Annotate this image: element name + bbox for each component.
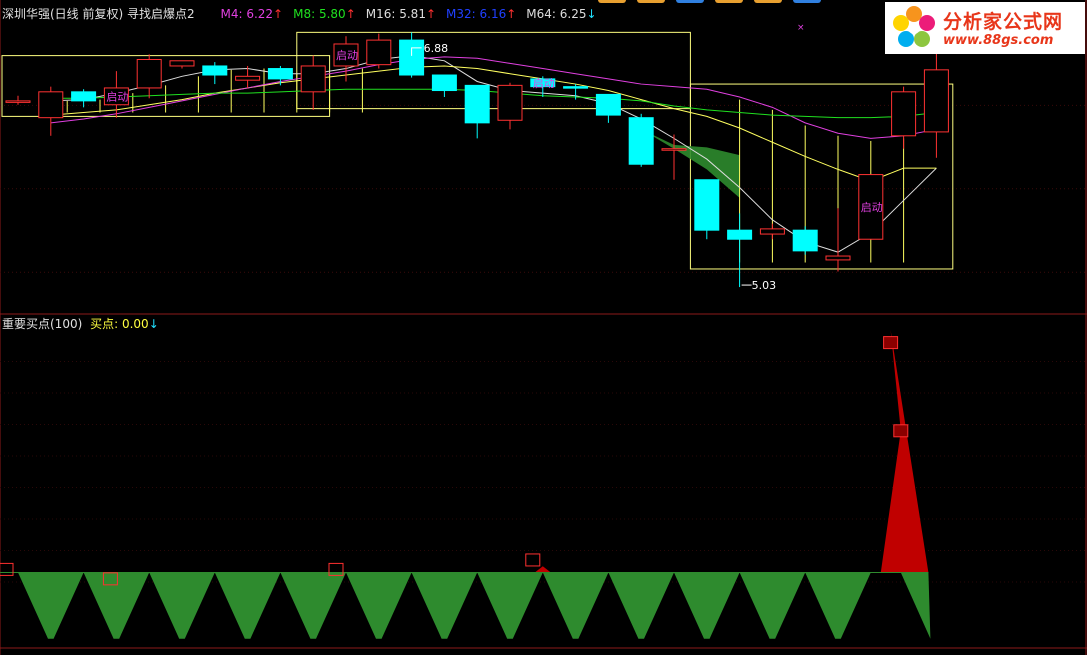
- ma-legend-value: M8: 5.80: [293, 7, 346, 21]
- ma-legend-item: M32: 6.16↑: [446, 7, 516, 21]
- candle-body-down: [792, 229, 818, 252]
- ma-legend-item: M16: 5.81↑: [366, 7, 436, 21]
- candle-body-up: [825, 255, 851, 261]
- moving-average-lines: [50, 55, 937, 253]
- buy-point-band: [739, 572, 806, 639]
- candlesticks: [5, 32, 949, 288]
- candle-body-up: [235, 75, 261, 81]
- buy-point-band: [477, 572, 543, 639]
- ma-legend-value: M32: 6.16: [446, 7, 507, 21]
- high-price-label: 6.88: [424, 42, 449, 55]
- candle-body-down: [267, 68, 293, 80]
- candle-body-down: [694, 179, 720, 231]
- ma-trend-arrow-icon: ↑: [506, 7, 517, 21]
- price-legend: 深圳华强(日线 前复权) 寻找启爆点2 M4: 6.22↑ M8: 5.80↑ M1…: [2, 7, 613, 21]
- ma-legend-value: M64: 6.25: [526, 7, 587, 21]
- buy-point-band: [18, 572, 84, 639]
- buy-point-band: [214, 572, 281, 639]
- candle-body-down: [399, 39, 425, 76]
- low-price-label: 5.03: [752, 279, 777, 292]
- buy-point-band: [542, 572, 609, 639]
- candle-body-up: [923, 69, 949, 133]
- price-annotations: 6.885.03启动启动启动启动×: [106, 23, 882, 292]
- buy-point-band: [608, 572, 674, 639]
- ma-line: [50, 88, 937, 119]
- site-logo[interactable]: 分析家公式网 www.88gs.com: [885, 2, 1085, 54]
- candle-body-down: [431, 74, 457, 92]
- buy-point-area: [0, 330, 931, 639]
- buy-point-band: [83, 572, 150, 639]
- start-signal-label: 启动: [533, 77, 555, 90]
- buy-point-marker: [525, 553, 541, 567]
- ma-trend-arrow-icon: ↑: [273, 7, 284, 21]
- chart-window: 6.88 5.03 启动 启动 启动 启动 × 深圳华强(日线 前复权) 寻找启爆点2 M4…: [0, 0, 1087, 655]
- stock-title: 深圳华强(日线 前复权) 寻找启爆点2: [2, 7, 195, 21]
- candle-body-up: [5, 100, 31, 103]
- buy-point-marker: [0, 562, 14, 576]
- start-signal-label: 启动: [336, 49, 358, 62]
- flower-logo-icon: [893, 6, 935, 47]
- ma-trend-arrow-icon: ↑: [345, 7, 356, 21]
- ma-legend-item: M8: 5.80↑: [293, 7, 356, 21]
- ma-line: [50, 56, 937, 139]
- candle-body-up: [169, 60, 195, 67]
- buy-point-arrow: ↓: [148, 317, 159, 331]
- start-signal-label: 启动: [861, 201, 883, 214]
- candle-body-down: [628, 117, 654, 165]
- candle-body-up: [366, 39, 392, 66]
- buy-point-marker: [893, 424, 909, 438]
- logo-title: 分析家公式网: [943, 11, 1064, 33]
- buy-point-band: [280, 572, 346, 639]
- indicator-legend: 重要买点(100) 买点: 0.00↓: [2, 317, 165, 331]
- buy-point-marker: [883, 336, 899, 350]
- buy-point-band: [900, 572, 931, 639]
- ma-trend-arrow-icon: ↓: [586, 7, 597, 21]
- buy-point-spike: [534, 566, 551, 573]
- candle-body-down: [464, 84, 490, 124]
- candle-body-down: [727, 229, 753, 240]
- buy-point-band: [805, 572, 871, 639]
- start-signal-label: 启动: [106, 90, 128, 103]
- ma-trend-arrow-icon: ↑: [425, 7, 437, 21]
- ma-legend: M4: 6.22↑ M8: 5.80↑ M16: 5.81↑ M32: 6.16↑ M6…: [220, 7, 606, 21]
- ma-line: [50, 65, 937, 182]
- candle-body-down: [202, 65, 228, 76]
- ma-legend-value: M16: 5.81: [365, 7, 426, 21]
- candle-body-up: [759, 228, 785, 235]
- candle-body-down: [71, 91, 97, 102]
- ma-legend-item: M4: 6.22↑: [220, 7, 283, 21]
- candle-body-down: [595, 93, 621, 116]
- ma-legend-value: M4: 6.22: [220, 7, 274, 21]
- logo-url: www.88gs.com: [943, 33, 1054, 48]
- candle-body-up: [136, 58, 162, 89]
- candle-body-up: [300, 65, 326, 93]
- buy-point-markers: [0, 336, 909, 586]
- buy-point-band: [149, 572, 215, 639]
- candle-body-down: [563, 86, 589, 89]
- ma-legend-item: M64: 6.25↓: [526, 7, 596, 21]
- candle-body-up: [661, 148, 687, 151]
- candle-body-up: [891, 91, 917, 137]
- buy-point-spike: [880, 330, 929, 573]
- candle-body-up: [497, 84, 523, 121]
- buy-point-band: [674, 572, 740, 639]
- indicator-title: 重要买点(100): [2, 317, 83, 331]
- candle-body-up: [38, 91, 64, 119]
- buy-point-label: 买点: 0.00: [90, 317, 149, 331]
- buy-point-band: [411, 572, 478, 639]
- buy-point-band: [346, 572, 412, 639]
- ma-line: [50, 55, 937, 253]
- cross-marker-icon: ×: [797, 23, 805, 33]
